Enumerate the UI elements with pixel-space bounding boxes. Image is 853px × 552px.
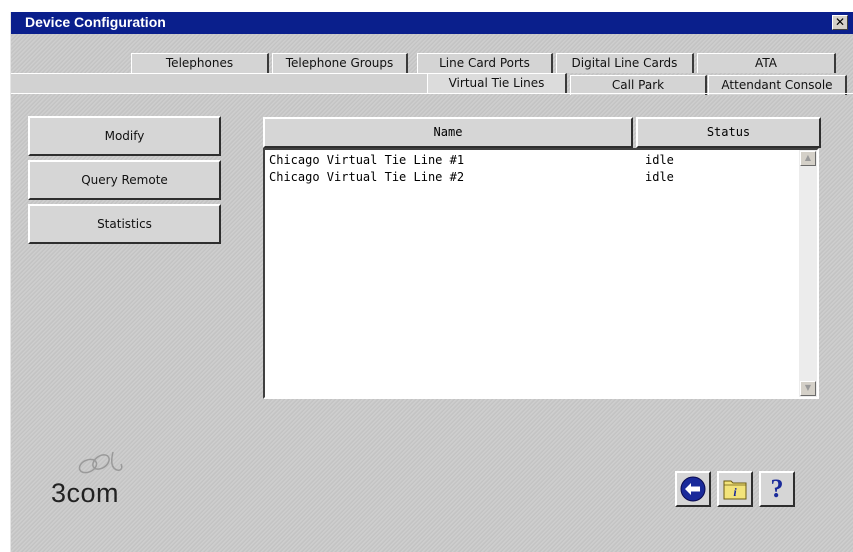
tab-label: Line Card Ports [439,56,530,70]
tab-label: Telephones [165,56,234,70]
help-button[interactable]: ? [759,471,795,507]
tab-label: Digital Line Cards [571,56,678,70]
device-configuration-window: Device Configuration ✕ Telephones Teleph… [10,12,853,552]
column-header-label: Name [433,125,463,139]
line-name: Chicago Virtual Tie Line #1 [269,153,465,167]
button-label: Statistics [97,217,152,231]
close-icon: ✕ [834,15,846,29]
scroll-up-arrow-icon[interactable]: ▲ [800,151,816,166]
line-name: Chicago Virtual Tie Line #2 [269,170,465,184]
column-header-name[interactable]: Name [263,117,633,148]
tab-attendant-console[interactable]: Attendant Console [708,75,847,95]
modify-button[interactable]: Modify [28,116,221,156]
list-item[interactable]: Chicago Virtual Tie Line #2 idle [269,170,789,186]
brand-logo: 3com [51,442,161,512]
tab-ata[interactable]: ATA [697,53,836,73]
tab-telephone-groups[interactable]: Telephone Groups [272,53,408,73]
column-header-label: Status [706,125,751,139]
statistics-button[interactable]: Statistics [28,204,221,244]
tab-strip [11,73,429,93]
button-label: Modify [104,129,145,143]
tab-label: Virtual Tie Lines [448,76,545,90]
line-status: idle [645,153,674,167]
scroll-down-arrow-icon[interactable]: ▼ [800,381,816,396]
tab-label: ATA [755,56,777,70]
tab-digital-line-cards[interactable]: Digital Line Cards [556,53,694,73]
tab-label: Call Park [611,78,665,92]
back-button[interactable] [675,471,711,507]
tie-lines-list[interactable]: Chicago Virtual Tie Line #1 idle Chicago… [263,148,819,399]
tab-line-card-ports[interactable]: Line Card Ports [417,53,553,73]
query-remote-button[interactable]: Query Remote [28,160,221,200]
tab-panel-divider [11,93,853,94]
info-button[interactable]: i [717,471,753,507]
logo-rings-icon [78,451,123,474]
back-arrow-icon [680,476,706,502]
logo-wordmark: 3com [51,478,120,508]
vertical-scrollbar[interactable]: ▲ ▼ [799,150,817,397]
tab-virtual-tie-lines[interactable]: Virtual Tie Lines [427,73,567,93]
line-status: idle [645,170,674,184]
window-title: Device Configuration [25,14,166,30]
info-folder-icon: i [723,480,747,500]
close-button[interactable]: ✕ [832,15,848,30]
tab-label: Attendant Console [721,78,833,92]
tab-label: Telephone Groups [285,56,394,70]
help-icon: ? [770,474,784,503]
list-item[interactable]: Chicago Virtual Tie Line #1 idle [269,153,789,169]
column-header-status[interactable]: Status [636,117,821,148]
title-bar: Device Configuration ✕ [11,12,853,34]
button-label: Query Remote [81,173,168,187]
tab-call-park[interactable]: Call Park [570,75,707,95]
tab-telephones[interactable]: Telephones [131,53,269,73]
